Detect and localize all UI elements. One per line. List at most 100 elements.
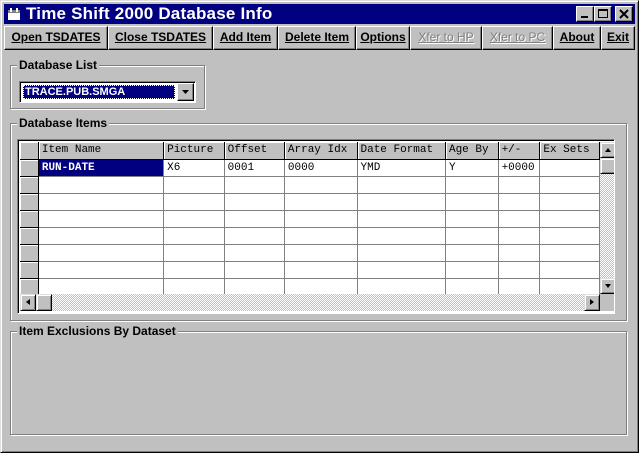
empty-cell[interactable] (357, 244, 446, 262)
empty-cell[interactable] (539, 227, 600, 245)
empty-cell[interactable] (445, 210, 499, 228)
cell-plus-minus[interactable]: +0000 (498, 159, 541, 177)
table-row[interactable]: RUN-DATE X6 0001 0000 YMD Y +0000 (20, 159, 600, 177)
empty-cell[interactable] (284, 176, 358, 194)
close-tsdates-button[interactable]: Close TSDATES (108, 26, 213, 50)
row-header[interactable] (20, 176, 39, 194)
empty-cell[interactable] (498, 193, 541, 211)
row-header[interactable] (20, 244, 39, 262)
xfer-to-pc-button[interactable]: Xfer to PC (482, 26, 553, 50)
row-header[interactable] (20, 227, 39, 245)
empty-cell[interactable] (38, 176, 165, 194)
maximize-button[interactable] (594, 6, 612, 22)
empty-cell[interactable] (163, 176, 225, 194)
row-header[interactable] (20, 210, 39, 228)
vertical-scroll-thumb[interactable] (600, 158, 614, 174)
empty-cell[interactable] (284, 244, 358, 262)
empty-cell[interactable] (224, 193, 285, 211)
table-row[interactable] (20, 227, 600, 245)
cell-picture[interactable]: X6 (163, 159, 225, 177)
row-header[interactable] (20, 159, 39, 177)
empty-cell[interactable] (539, 278, 600, 294)
empty-cell[interactable] (539, 193, 600, 211)
cell-ex-sets[interactable] (539, 159, 600, 177)
empty-cell[interactable] (284, 210, 358, 228)
empty-cell[interactable] (224, 244, 285, 262)
table-row[interactable] (20, 244, 600, 262)
title-bar[interactable]: Time Shift 2000 Database Info (4, 4, 635, 24)
column-header-date-format[interactable]: Date Format (357, 142, 446, 160)
table-row[interactable] (20, 210, 600, 228)
empty-cell[interactable] (38, 278, 165, 294)
open-tsdates-button[interactable]: Open TSDATES (4, 26, 108, 50)
empty-cell[interactable] (539, 210, 600, 228)
empty-cell[interactable] (357, 261, 446, 279)
empty-cell[interactable] (163, 227, 225, 245)
empty-cell[interactable] (224, 227, 285, 245)
app-icon[interactable] (7, 7, 21, 21)
column-header-array-idx[interactable]: Array Idx (284, 142, 358, 160)
scroll-down-button[interactable] (600, 278, 614, 294)
close-button[interactable] (615, 6, 633, 22)
column-header-picture[interactable]: Picture (163, 142, 225, 160)
delete-item-button[interactable]: Delete Item (278, 26, 356, 50)
empty-cell[interactable] (445, 176, 499, 194)
empty-cell[interactable] (445, 193, 499, 211)
empty-cell[interactable] (284, 278, 358, 294)
empty-cell[interactable] (539, 244, 600, 262)
column-header-ex-sets[interactable]: Ex Sets (539, 142, 600, 160)
empty-cell[interactable] (284, 227, 358, 245)
empty-cell[interactable] (445, 244, 499, 262)
cell-offset[interactable]: 0001 (224, 159, 285, 177)
empty-cell[interactable] (38, 210, 165, 228)
empty-cell[interactable] (284, 261, 358, 279)
empty-cell[interactable] (224, 176, 285, 194)
row-header[interactable] (20, 278, 39, 294)
horizontal-scrollbar[interactable] (20, 294, 600, 311)
empty-cell[interactable] (38, 227, 165, 245)
table-row[interactable] (20, 278, 600, 294)
empty-cell[interactable] (445, 278, 499, 294)
empty-cell[interactable] (224, 278, 285, 294)
empty-cell[interactable] (163, 244, 225, 262)
column-header-offset[interactable]: Offset (224, 142, 285, 160)
empty-cell[interactable] (357, 278, 446, 294)
vertical-scrollbar[interactable] (600, 142, 614, 294)
empty-cell[interactable] (498, 176, 541, 194)
column-header-plus-minus[interactable]: +/- (498, 142, 541, 160)
database-items-grid[interactable]: Item Name Picture Offset Array Idx Date … (17, 139, 615, 314)
xfer-to-hp-button[interactable]: Xfer to HP (410, 26, 482, 50)
dropdown-button[interactable] (177, 83, 194, 101)
empty-cell[interactable] (498, 227, 541, 245)
column-header-age-by[interactable]: Age By (445, 142, 499, 160)
minimize-button[interactable] (576, 6, 594, 22)
empty-cell[interactable] (224, 210, 285, 228)
empty-cell[interactable] (38, 193, 165, 211)
empty-cell[interactable] (284, 193, 358, 211)
empty-cell[interactable] (498, 210, 541, 228)
scroll-right-button[interactable] (584, 294, 600, 311)
empty-cell[interactable] (163, 278, 225, 294)
empty-cell[interactable] (224, 261, 285, 279)
table-row[interactable] (20, 193, 600, 211)
empty-cell[interactable] (498, 278, 541, 294)
empty-cell[interactable] (357, 176, 446, 194)
empty-cell[interactable] (445, 261, 499, 279)
empty-cell[interactable] (539, 261, 600, 279)
cell-item-name[interactable]: RUN-DATE (38, 159, 165, 177)
add-item-button[interactable]: Add Item (213, 26, 278, 50)
empty-cell[interactable] (163, 210, 225, 228)
empty-cell[interactable] (163, 193, 225, 211)
options-button[interactable]: Options (356, 26, 410, 50)
empty-cell[interactable] (539, 176, 600, 194)
empty-cell[interactable] (38, 244, 165, 262)
table-row[interactable] (20, 261, 600, 279)
empty-cell[interactable] (445, 227, 499, 245)
empty-cell[interactable] (357, 193, 446, 211)
empty-cell[interactable] (357, 227, 446, 245)
about-button[interactable]: About (553, 26, 601, 50)
database-list-combo[interactable]: TRACE.PUB.SMGA (19, 81, 196, 103)
cell-array-idx[interactable]: 0000 (284, 159, 358, 177)
column-header-item-name[interactable]: Item Name (38, 142, 165, 160)
exit-button[interactable]: Exit (601, 26, 635, 50)
